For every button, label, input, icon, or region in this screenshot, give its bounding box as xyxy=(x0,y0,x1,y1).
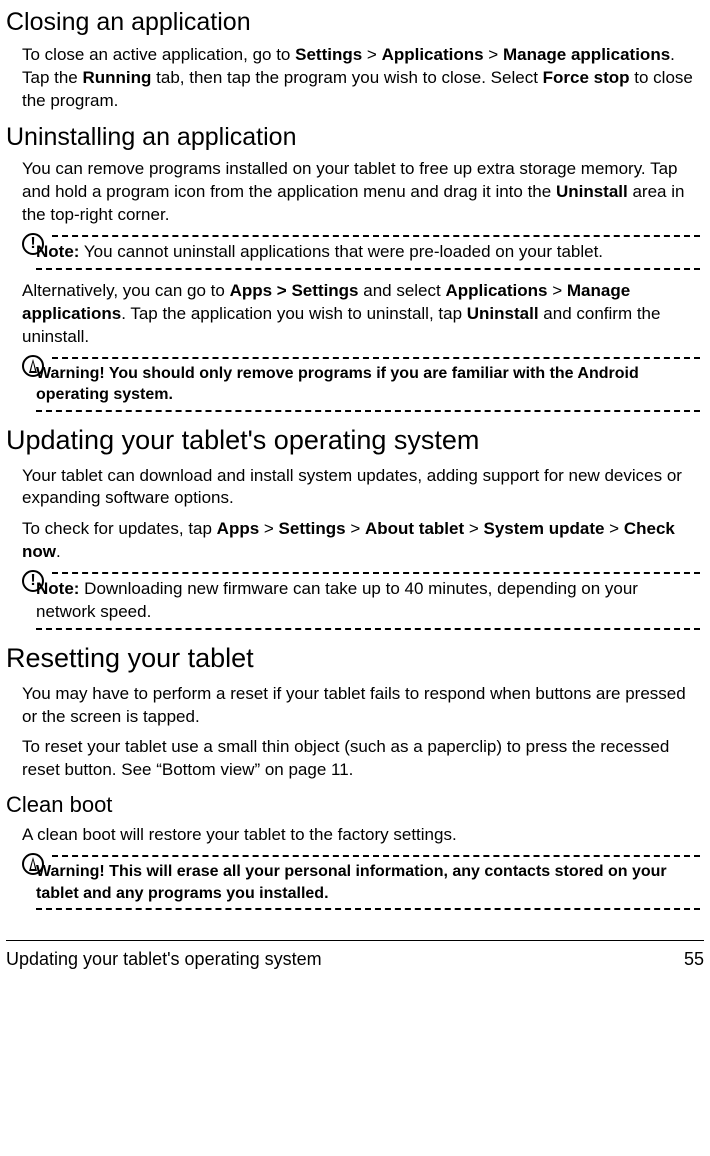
warning-icon xyxy=(22,853,44,875)
heading-resetting: Resetting your tablet xyxy=(6,640,710,676)
heading-updating: Updating your tablet's operating system xyxy=(6,422,710,458)
page-number: 55 xyxy=(684,947,704,971)
warning-uninstall: Warning! You should only remove programs… xyxy=(22,357,700,412)
body-uninstall-1: You can remove programs installed on you… xyxy=(22,158,700,227)
warning-uninstall-text: Warning! You should only remove programs… xyxy=(36,363,700,406)
note-updating-text: Note: Downloading new firmware can take … xyxy=(36,578,700,624)
footer: Updating your tablet's operating system … xyxy=(6,940,704,971)
info-icon: ! xyxy=(22,233,44,255)
heading-cleanboot: Clean boot xyxy=(6,790,710,820)
warning-icon xyxy=(22,355,44,377)
body-uninstall-2: Alternatively, you can go to Apps > Sett… xyxy=(22,280,700,349)
body-cleanboot: A clean boot will restore your tablet to… xyxy=(22,824,700,847)
warning-cleanboot-text: Warning! This will erase all your person… xyxy=(36,861,700,904)
body-closing: To close an active application, go to Se… xyxy=(22,44,700,113)
heading-uninstall: Uninstalling an application xyxy=(6,121,710,155)
body-updating-1: Your tablet can download and install sys… xyxy=(22,465,700,511)
note-uninstall-text: Note: You cannot uninstall applications … xyxy=(36,241,700,264)
footer-title: Updating your tablet's operating system xyxy=(6,947,322,971)
body-updating-2: To check for updates, tap Apps > Setting… xyxy=(22,518,700,564)
body-resetting-1: You may have to perform a reset if your … xyxy=(22,683,700,729)
warning-cleanboot: Warning! This will erase all your person… xyxy=(22,855,700,910)
heading-closing: Closing an application xyxy=(6,6,710,40)
note-uninstall: ! Note: You cannot uninstall application… xyxy=(22,235,700,270)
note-updating: ! Note: Downloading new firmware can tak… xyxy=(22,572,700,630)
body-resetting-2: To reset your tablet use a small thin ob… xyxy=(22,736,700,782)
